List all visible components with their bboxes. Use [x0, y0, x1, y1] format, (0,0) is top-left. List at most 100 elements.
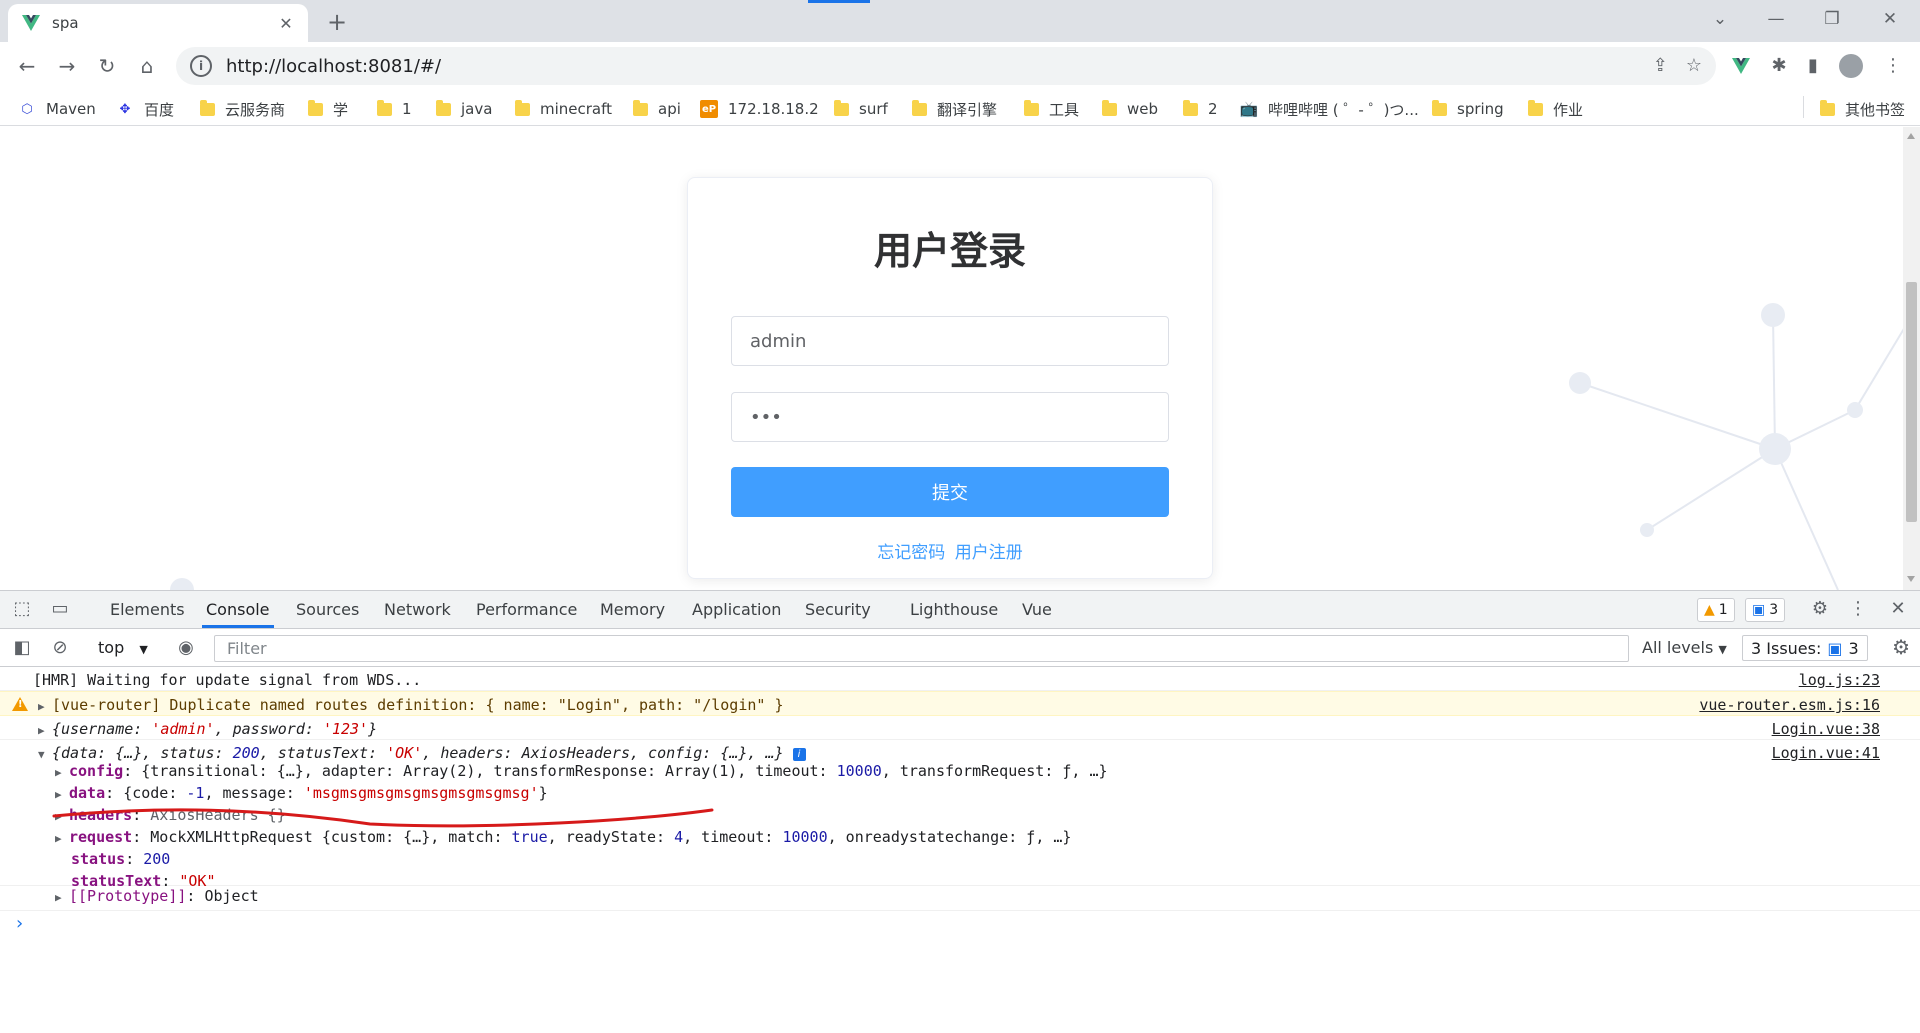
site-info-icon[interactable]: i [190, 55, 212, 77]
value: 200 [232, 744, 260, 762]
bookmark-folder[interactable]: 2 [1183, 98, 1218, 120]
tab-console[interactable]: Console [202, 591, 274, 628]
key: config [69, 762, 124, 780]
forward-button[interactable]: → [52, 51, 82, 81]
back-button[interactable]: ← [12, 51, 42, 81]
other-bookmarks[interactable]: 其他书签 [1820, 98, 1905, 120]
live-expression-eye-icon[interactable]: ◉ [172, 635, 200, 661]
browser-tab[interactable]: spa ✕ [8, 4, 308, 42]
submit-button[interactable]: 提交 [731, 467, 1169, 517]
console-sidebar-icon[interactable]: ◧ [8, 635, 36, 661]
scroll-up-arrow-icon[interactable] [1907, 133, 1915, 139]
register-link[interactable]: 用户注册 [955, 543, 1023, 563]
warnings-badge[interactable]: ▲ 1 [1697, 598, 1735, 622]
bookmark-folder[interactable]: web [1102, 98, 1158, 120]
tab-network[interactable]: Network [380, 591, 455, 628]
devtools-settings-icon[interactable]: ⚙ [1806, 595, 1834, 623]
source-link[interactable]: Login.vue:41 [1772, 744, 1880, 762]
menu-icon[interactable]: ⋮ [1878, 51, 1908, 81]
device-toolbar-icon[interactable]: ▭ [46, 595, 74, 623]
bookmark-folder[interactable]: 学 [308, 98, 348, 120]
tab-sources[interactable]: Sources [292, 591, 363, 628]
home-button[interactable]: ⌂ [132, 51, 162, 81]
devtools-more-icon[interactable]: ⋮ [1844, 595, 1872, 623]
url-text[interactable]: http://localhost:8081/#/ [226, 56, 441, 77]
scroll-down-arrow-icon[interactable] [1907, 576, 1915, 582]
username-input[interactable]: admin [731, 316, 1169, 366]
password-input[interactable]: ••• [731, 392, 1169, 442]
profile-avatar[interactable] [1836, 51, 1866, 81]
expand-triangle-icon[interactable]: ▶ [38, 700, 52, 713]
bookmark-folder[interactable]: 云服务商 [200, 98, 285, 120]
bookmark-label: 作业 [1553, 100, 1584, 119]
messages-badge[interactable]: ▣ 3 [1745, 598, 1786, 622]
prop-config[interactable]: ▶ config: {transitional: {…}, adapter: Ar… [55, 762, 1108, 780]
tab-security[interactable]: Security [801, 591, 875, 628]
restore-button[interactable]: ❐ [1812, 4, 1852, 34]
bookmark-folder[interactable]: 1 [377, 98, 412, 120]
warning-text[interactable]: ▶ [vue-router] Duplicate named routes def… [38, 696, 784, 714]
bookmark-folder[interactable]: minecraft [515, 98, 612, 120]
folder-icon [377, 99, 392, 116]
bookmark-ep[interactable]: eP 172.18.18.2 [700, 98, 819, 120]
tab-memory[interactable]: Memory [596, 591, 669, 628]
new-tab-button[interactable]: + [322, 8, 352, 38]
clear-console-icon[interactable]: ⊘ [46, 635, 74, 661]
bilibili-icon: 📺 [1239, 100, 1259, 118]
prop-prototype[interactable]: ▶ [[Prototype]]: Object [55, 887, 259, 905]
expand-triangle-icon[interactable]: ▶ [55, 766, 69, 779]
forgot-password-link[interactable]: 忘记密码 [877, 543, 945, 563]
console-prompt-icon[interactable]: › [14, 913, 25, 934]
bookmark-folder[interactable]: 翻译引擎 [912, 98, 997, 120]
login-title: 用户登录 [873, 229, 1026, 273]
tab-elements[interactable]: Elements [106, 591, 189, 628]
folder-icon [436, 99, 451, 116]
page-scrollbar[interactable] [1903, 127, 1920, 590]
bookmark-label: minecraft [540, 100, 613, 118]
devtools-close-icon[interactable]: ✕ [1884, 595, 1912, 623]
bookmark-folder[interactable]: surf [834, 98, 888, 120]
text: , headers: AxiosHeaders, config: {…}, …} [422, 744, 784, 762]
tab-close-icon[interactable]: ✕ [276, 14, 296, 33]
inspect-element-icon[interactable]: ⬚ [8, 595, 36, 623]
source-link[interactable]: log.js:23 [1799, 671, 1880, 689]
scroll-thumb[interactable] [1906, 282, 1917, 522]
bookmark-folder[interactable]: java [436, 98, 492, 120]
bookmark-star-icon[interactable]: ☆ [1686, 55, 1702, 76]
bookmark-folder[interactable]: 作业 [1528, 98, 1583, 120]
bookmark-folder[interactable]: api [633, 98, 681, 120]
reload-button[interactable]: ↻ [92, 51, 122, 81]
object-preview[interactable]: ▼ {data: {…}, status: 200, statusText: 'O… [38, 744, 806, 762]
tab-lighthouse[interactable]: Lighthouse [906, 591, 1002, 628]
close-window-button[interactable]: ✕ [1870, 4, 1910, 34]
address-bar[interactable]: i http://localhost:8081/#/ ⇪ ☆ [176, 47, 1716, 85]
info-icon[interactable]: i [792, 748, 806, 761]
source-link[interactable]: vue-router.esm.js:16 [1699, 696, 1880, 714]
console-filter-input[interactable]: Filter [214, 635, 1629, 662]
tab-performance[interactable]: Performance [472, 591, 581, 628]
vue-devtools-extension-icon[interactable] [1726, 51, 1756, 81]
side-panel-icon[interactable]: ▮ [1798, 51, 1828, 81]
share-icon[interactable]: ⇪ [1653, 55, 1668, 76]
object-preview[interactable]: ▶ {username: 'admin', password: '123'} [38, 720, 377, 738]
bookmark-baidu[interactable]: ✥ 百度 [116, 98, 174, 120]
log-levels-dropdown[interactable]: All levels ▼ [1642, 638, 1727, 657]
collapse-triangle-icon[interactable]: ▼ [38, 748, 52, 761]
tab-search-icon[interactable]: ⌄ [1700, 4, 1740, 34]
issues-counter[interactable]: 3 Issues: ▣ 3 [1742, 635, 1868, 661]
extensions-icon[interactable]: ✱ [1764, 51, 1794, 81]
expand-triangle-icon[interactable]: ▶ [38, 724, 52, 737]
tab-application[interactable]: Application [688, 591, 785, 628]
context-selector[interactable]: top ▼ [98, 638, 148, 657]
bookmark-label: 其他书签 [1845, 100, 1906, 119]
bookmark-bilibili[interactable]: 📺 哔哩哔哩 ( ゜- ゜)つ... [1240, 98, 1419, 120]
console-settings-icon[interactable]: ⚙ [1892, 635, 1910, 659]
tab-vue[interactable]: Vue [1018, 591, 1056, 628]
source-link[interactable]: Login.vue:38 [1772, 720, 1880, 738]
expand-triangle-icon[interactable]: ▶ [55, 891, 69, 904]
bookmark-maven[interactable]: ⬡ Maven [18, 98, 95, 120]
red-annotation-stroke [52, 808, 714, 828]
minimize-button[interactable]: — [1756, 4, 1796, 34]
bookmark-folder[interactable]: spring [1432, 98, 1504, 120]
bookmark-folder[interactable]: 工具 [1024, 98, 1079, 120]
